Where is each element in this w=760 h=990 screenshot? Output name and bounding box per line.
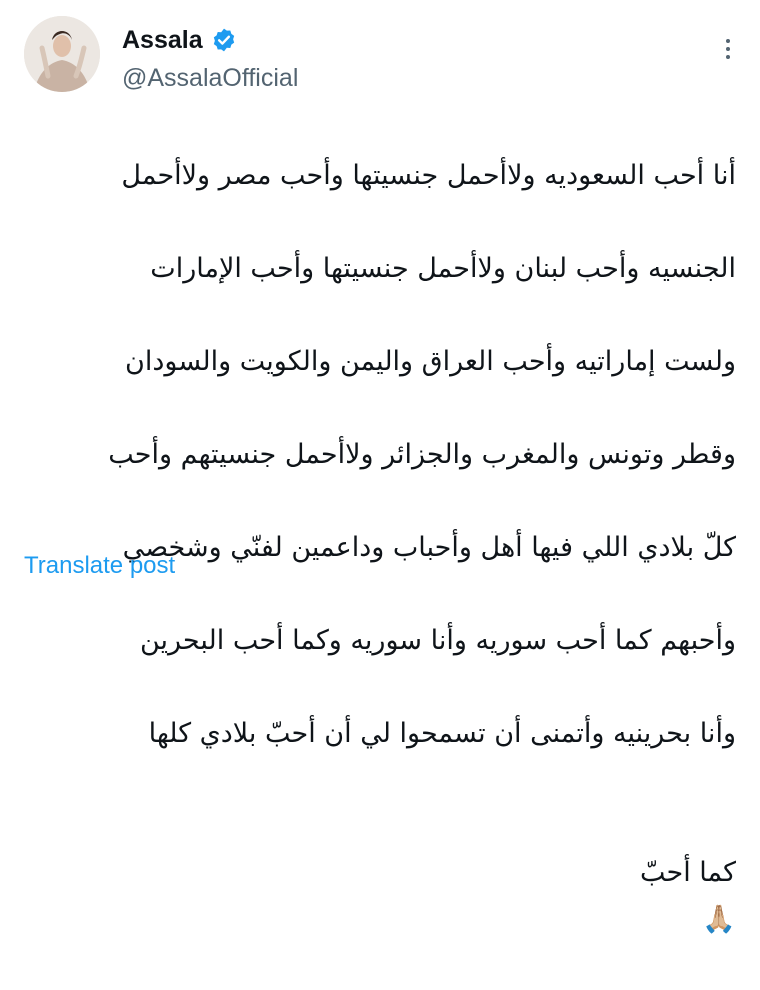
- verified-badge-icon[interactable]: [211, 27, 237, 53]
- tweet-last-line: كما أحبّ 🙏🏼: [20, 804, 736, 944]
- tweet-text: أنا أحب السعوديه ولاأحمل جنسيتها وأحب مص…: [20, 106, 736, 990]
- author-names: Assala @AssalaOfficial: [122, 24, 298, 93]
- tweet-line: ولست إماراتيه وأحب العراق واليمن والكويت…: [125, 345, 736, 377]
- tweet-header: Assala @AssalaOfficial: [18, 14, 742, 104]
- translate-post-link[interactable]: Translate post: [24, 552, 175, 580]
- tweet-line: وقطر وتونس والمغرب والجزائر ولاأحمل جنسي…: [108, 438, 736, 470]
- more-options-icon[interactable]: [714, 32, 742, 66]
- author-handle[interactable]: @AssalaOfficial: [122, 64, 298, 93]
- tweet-line: وأنا بحرينيه وأتمنى أن تسمحوا لي أن أحبّ…: [148, 717, 736, 749]
- display-name-row: Assala: [122, 24, 298, 56]
- tweet-line: وأحبهم كما أحب سوريه وأنا سوريه وكما أحب…: [139, 624, 736, 656]
- avatar[interactable]: [24, 16, 100, 92]
- tweet-line: الجنسيه وأحب لبنان ولاأحمل جنسيتها وأحب …: [150, 252, 736, 284]
- praying-hands-emoji: 🙏🏼: [702, 903, 736, 935]
- display-name[interactable]: Assala: [122, 26, 203, 55]
- avatar-photo-icon: [24, 16, 100, 92]
- tweet-line: أنا أحب السعوديه ولاأحمل جنسيتها وأحب مص…: [121, 159, 736, 191]
- tweet-line: كما أحبّ: [640, 857, 736, 888]
